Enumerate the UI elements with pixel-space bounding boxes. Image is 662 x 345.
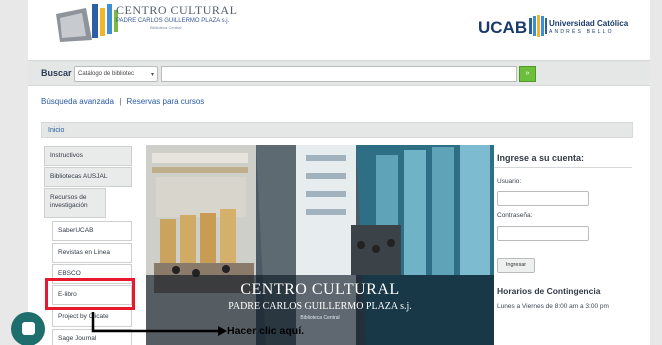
annotation-text: Hacer clic aquí. (227, 325, 305, 337)
page: CENTRO CULTURAL PADRE CARLOS GUILLERMO P… (28, 0, 650, 345)
annotation-arrow (91, 312, 227, 336)
chat-bubble-icon (22, 322, 35, 335)
chat-button[interactable] (11, 312, 45, 345)
